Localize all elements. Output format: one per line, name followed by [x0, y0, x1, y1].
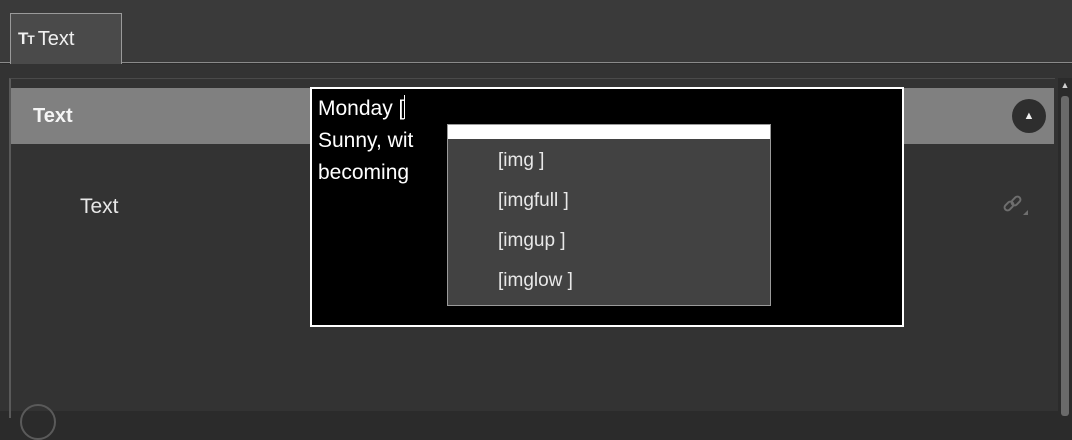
text-caret: [404, 95, 406, 119]
add-button-partial[interactable]: [20, 404, 56, 440]
autocomplete-list: [img ] [imgfull ] [imgup ] [imglow ]: [448, 141, 770, 301]
scroll-thumb[interactable]: [1061, 96, 1069, 416]
text-line-3: becoming: [318, 161, 410, 184]
text-line-1: Monday [: [318, 97, 405, 120]
autocomplete-item-imglow[interactable]: [imglow ]: [448, 261, 770, 301]
autocomplete-item-imgup[interactable]: [imgup ]: [448, 221, 770, 261]
autocomplete-item-imgfull[interactable]: [imgfull ]: [448, 181, 770, 221]
vertical-scrollbar[interactable]: ▲: [1058, 78, 1072, 416]
scroll-up-icon[interactable]: ▲: [1059, 78, 1071, 92]
autocomplete-filter-input[interactable]: [448, 125, 770, 139]
tab-text[interactable]: TT Text: [10, 13, 122, 64]
text-field-label: Text: [80, 195, 119, 218]
section-title: Text: [33, 104, 73, 127]
autocomplete-item-img[interactable]: [img ]: [448, 141, 770, 181]
text-line-2: Sunny, wit: [318, 129, 414, 152]
tab-label: Text: [37, 27, 75, 50]
text-type-icon: TT: [18, 29, 35, 48]
chevron-up-icon: ▲: [1023, 110, 1035, 122]
link-icon[interactable]: [1001, 195, 1031, 219]
collapse-button[interactable]: ▲: [1012, 99, 1046, 133]
autocomplete-popup: [img ] [imgfull ] [imgup ] [imglow ]: [447, 124, 771, 306]
tab-bar: TT Text: [0, 0, 1072, 64]
